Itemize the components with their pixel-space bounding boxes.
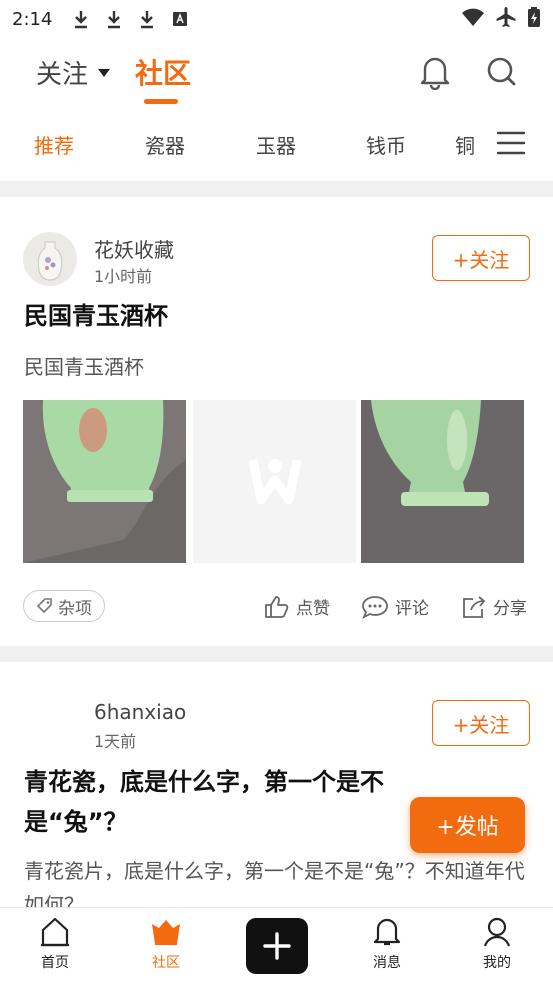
- menu-icon: [496, 131, 526, 155]
- post-author[interactable]: 花妖收藏: [94, 234, 174, 263]
- bottom-nav-messages-label: 消息: [373, 955, 401, 971]
- category-tab-jade[interactable]: 玉器: [256, 130, 296, 159]
- tab-community[interactable]: 社区: [135, 52, 191, 92]
- post-card[interactable]: 6hanxiao 1天前 +关注 青花瓷，底是什么字，第一个是不是“兔”？ 青花…: [0, 662, 553, 907]
- bottom-nav: 首页 社区 消息 我的: [0, 907, 553, 983]
- bottom-nav-messages[interactable]: 消息: [352, 916, 422, 972]
- download-icon: [70, 8, 92, 30]
- search-icon: [487, 57, 516, 86]
- bottom-nav-community[interactable]: 社区: [131, 916, 201, 972]
- category-tab-bronze[interactable]: 铜: [455, 130, 475, 159]
- bottom-nav-create-button[interactable]: [246, 918, 308, 974]
- share-icon: [463, 595, 486, 618]
- post-time: 1小时前: [94, 267, 153, 286]
- tab-follow-label: 关注: [36, 60, 89, 90]
- home-icon: [41, 917, 69, 947]
- post-image[interactable]: [23, 400, 186, 563]
- status-time: 2:14: [12, 8, 53, 30]
- post-tag-label: 杂项: [58, 598, 92, 619]
- post-description[interactable]: 民国青玉酒杯: [24, 350, 534, 384]
- bottom-nav-profile-label: 我的: [483, 955, 511, 971]
- top-nav: 关注 社区: [0, 44, 553, 104]
- post-title[interactable]: 青花瓷，底是什么字，第一个是不是“兔”？: [24, 762, 454, 842]
- airplane-mode-icon: [495, 6, 517, 33]
- comment-icon: [362, 595, 388, 619]
- share-label: 分享: [493, 599, 527, 619]
- bottom-nav-home-label: 首页: [41, 955, 69, 971]
- new-post-button[interactable]: +发帖: [410, 797, 525, 853]
- post-image[interactable]: [361, 400, 524, 563]
- follow-button[interactable]: +关注: [432, 235, 530, 281]
- plus-icon: [263, 932, 291, 960]
- bottom-nav-community-label: 社区: [152, 955, 180, 971]
- download-icon: [103, 8, 125, 30]
- avatar[interactable]: [23, 697, 77, 751]
- comment-label: 评论: [395, 599, 429, 619]
- active-tab-indicator: [144, 99, 178, 104]
- bottom-nav-profile[interactable]: 我的: [462, 916, 532, 972]
- post-card[interactable]: 花妖收藏 1小时前 +关注 民国青玉酒杯 民国青玉酒杯 杂项 点赞 评论 分享: [0, 197, 553, 646]
- user-icon: [483, 917, 511, 947]
- follow-button[interactable]: +关注: [432, 700, 530, 746]
- category-tab-recommend[interactable]: 推荐: [34, 130, 74, 159]
- search-button[interactable]: [484, 54, 520, 90]
- post-title[interactable]: 民国青玉酒杯: [24, 296, 454, 336]
- category-tab-coins[interactable]: 钱币: [366, 130, 406, 159]
- bottom-nav-home[interactable]: 首页: [20, 916, 90, 972]
- caret-down-icon: [98, 68, 111, 77]
- bell-icon: [420, 57, 450, 91]
- post-author[interactable]: 6hanxiao: [94, 700, 186, 724]
- section-divider: [0, 181, 553, 197]
- wifi-icon: [461, 7, 485, 32]
- download-icon: [136, 8, 158, 30]
- battery-charging-icon: [527, 6, 541, 33]
- post-time: 1天前: [94, 732, 137, 751]
- app-notification-icon: [169, 8, 191, 30]
- category-tab-porcelain[interactable]: 瓷器: [145, 130, 185, 159]
- like-button[interactable]: 点赞: [264, 594, 330, 619]
- share-button[interactable]: 分享: [461, 594, 527, 619]
- post-tag[interactable]: 杂项: [23, 590, 105, 622]
- avatar[interactable]: [23, 232, 77, 286]
- bell-icon: [373, 918, 401, 946]
- tab-follow[interactable]: 关注: [36, 54, 111, 91]
- like-label: 点赞: [296, 599, 330, 619]
- post-image-placeholder[interactable]: [193, 400, 356, 563]
- category-menu-button[interactable]: [496, 128, 526, 158]
- thumbs-up-icon: [265, 595, 289, 618]
- post-description[interactable]: 青花瓷片，底是什么字，第一个是不是“兔”？不知道年代如何？: [24, 854, 534, 907]
- community-icon: [152, 920, 180, 945]
- section-divider: [0, 646, 553, 662]
- category-tabs: 推荐 瓷器 玉器 钱币 铜: [0, 120, 553, 166]
- comment-button[interactable]: 评论: [361, 594, 429, 619]
- notification-button[interactable]: [418, 54, 452, 91]
- status-bar: 2:14: [0, 0, 553, 38]
- tag-icon: [36, 598, 52, 614]
